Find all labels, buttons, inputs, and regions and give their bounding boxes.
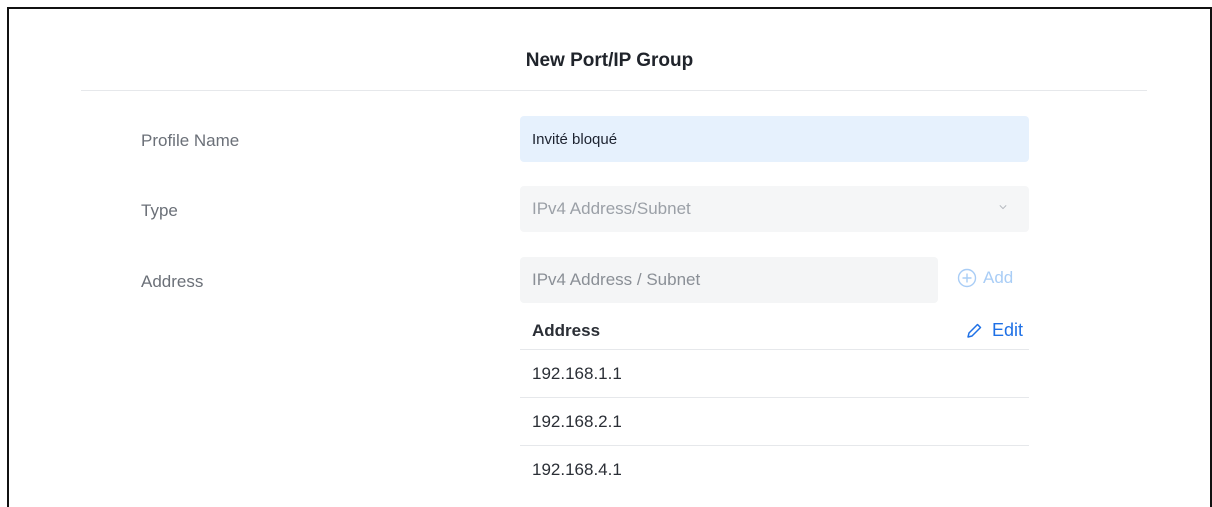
table-row: 192.168.4.1 bbox=[520, 446, 1029, 494]
address-placeholder: IPv4 Address / Subnet bbox=[532, 270, 701, 289]
header-divider bbox=[81, 90, 1147, 91]
dialog-title: New Port/IP Group bbox=[525, 50, 694, 71]
address-table-header: Address Edit bbox=[520, 312, 1029, 350]
address-cell: 192.168.4.1 bbox=[532, 460, 622, 479]
type-label: Type bbox=[141, 201, 178, 220]
edit-button[interactable]: Edit bbox=[965, 320, 1023, 341]
profile-name-input[interactable]: Invité bloqué bbox=[520, 116, 1029, 162]
address-cell: 192.168.2.1 bbox=[532, 411, 622, 431]
table-row: 192.168.1.1 bbox=[520, 350, 1029, 398]
profile-name-label: Profile Name bbox=[141, 131, 240, 150]
edit-label: Edit bbox=[991, 320, 1023, 340]
chevron-down-icon bbox=[999, 205, 1007, 210]
type-select[interactable]: IPv4 Address/Subnet bbox=[520, 186, 1029, 232]
address-table: Address Edit 192.168.1.1 192.168.2.1 192… bbox=[520, 312, 1029, 494]
pencil-icon bbox=[967, 323, 982, 338]
profile-name-value: Invité bloqué bbox=[532, 130, 618, 148]
add-address-button[interactable]: Add bbox=[957, 268, 1013, 288]
dialog: New Port/IP Group Profile Name Invité bl… bbox=[7, 7, 1212, 507]
address-column-header: Address bbox=[532, 320, 601, 340]
address-input[interactable]: IPv4 Address / Subnet bbox=[520, 257, 938, 303]
address-cell: 192.168.1.1 bbox=[532, 363, 622, 383]
add-address-label: Add bbox=[983, 268, 1014, 287]
table-row: 192.168.2.1 bbox=[520, 398, 1029, 446]
plus-circle-icon bbox=[957, 268, 977, 288]
address-label: Address bbox=[141, 272, 204, 291]
type-selected-value: IPv4 Address/Subnet bbox=[532, 199, 691, 218]
